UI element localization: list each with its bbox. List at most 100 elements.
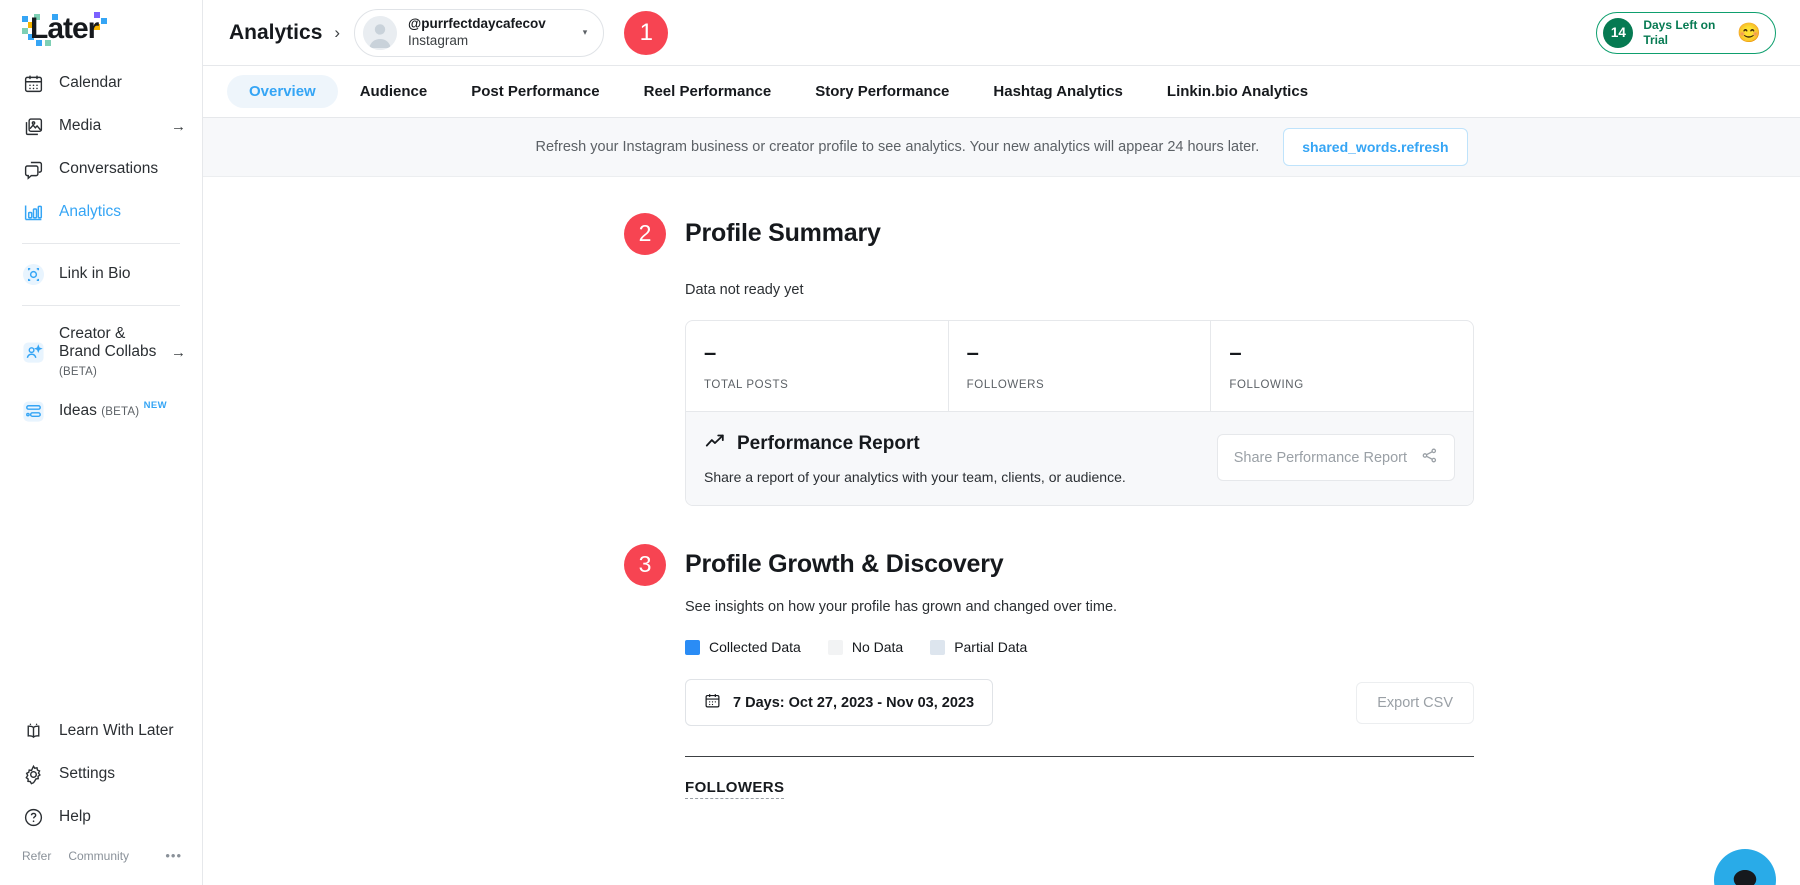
profile-growth-header: 3 Profile Growth & Discovery — [685, 550, 1800, 579]
step-marker-1: 1 — [624, 11, 668, 55]
sidebar-item-link-in-bio[interactable]: Link in Bio — [0, 253, 202, 296]
banner-message: Refresh your Instagram business or creat… — [535, 139, 1259, 155]
beta-badge: (BETA) — [101, 406, 139, 418]
tab-story-performance[interactable]: Story Performance — [793, 75, 971, 108]
topbar: Analytics › @purrfectdaycafecov Instagra… — [203, 0, 1800, 66]
account-selector[interactable]: @purrfectdaycafecov Instagram ▾ — [354, 9, 604, 57]
sidebar-item-text: Creator & Brand Collabs — [59, 325, 156, 360]
sidebar-item-label: Media — [59, 117, 101, 135]
trend-up-icon — [704, 430, 726, 457]
sidebar-item-label: Settings — [59, 765, 115, 783]
sidebar-item-text: Ideas — [59, 402, 97, 419]
more-options-icon[interactable]: ••• — [165, 848, 182, 863]
profile-summary-title: Profile Summary — [685, 219, 881, 248]
sidebar-item-label: Creator & Brand Collabs (BETA) — [59, 325, 157, 380]
main-area: Analytics › @purrfectdaycafecov Instagra… — [203, 0, 1800, 885]
legend-swatch — [828, 640, 843, 655]
calendar-icon — [704, 692, 721, 713]
export-csv-button[interactable]: Export CSV — [1356, 682, 1474, 724]
analytics-content: 2 Profile Summary Data not ready yet – T… — [203, 177, 1800, 885]
data-not-ready-note: Data not ready yet — [685, 282, 1800, 298]
followers-metric-row: FOLLOWERS — [685, 779, 1800, 799]
stat-followers: – FOLLOWERS — [949, 321, 1212, 411]
sidebar-item-learn-with-later[interactable]: Learn With Later — [0, 710, 202, 753]
new-badge: NEW — [144, 400, 167, 411]
app-root: Later Calendar — [0, 0, 1800, 885]
chevron-right-icon: → — [171, 345, 186, 360]
share-performance-report-button[interactable]: Share Performance Report — [1217, 434, 1455, 481]
logo-text: Later — [30, 12, 98, 46]
sidebar-item-conversations[interactable]: Conversations — [0, 148, 202, 191]
legend-swatch — [930, 640, 945, 655]
date-range-picker[interactable]: 7 Days: Oct 27, 2023 - Nov 03, 2023 — [685, 679, 993, 726]
profile-growth-title: Profile Growth & Discovery — [685, 550, 1004, 579]
stat-value: – — [1229, 341, 1473, 365]
sidebar-item-help[interactable]: Help — [0, 796, 202, 839]
performance-report-title: Performance Report — [737, 433, 920, 455]
tab-post-performance[interactable]: Post Performance — [449, 75, 621, 108]
legend-swatch — [685, 640, 700, 655]
stat-label: FOLLOWERS — [967, 379, 1211, 391]
stat-value: – — [967, 341, 1211, 365]
legend-item-partial-data: Partial Data — [930, 639, 1027, 655]
gear-icon — [22, 763, 45, 786]
tab-hashtag-analytics[interactable]: Hashtag Analytics — [971, 75, 1145, 108]
refer-link[interactable]: Refer — [22, 849, 51, 863]
legend-label: Partial Data — [954, 639, 1027, 655]
step-marker-3: 3 — [624, 544, 666, 586]
question-circle-icon — [22, 806, 45, 829]
trial-label: Days Left on Trial — [1643, 18, 1721, 48]
sidebar-item-settings[interactable]: Settings — [0, 753, 202, 796]
sidebar-item-media[interactable]: Media → — [0, 105, 202, 148]
share-button-label: Share Performance Report — [1234, 450, 1407, 466]
profile-growth-subtitle: See insights on how your profile has gro… — [685, 599, 1800, 615]
sidebar-divider-1 — [22, 243, 180, 244]
sidebar-item-analytics[interactable]: Analytics — [0, 191, 202, 234]
data-legend: Collected Data No Data Partial Data — [685, 639, 1800, 655]
creator-collabs-icon — [22, 341, 45, 364]
refresh-button[interactable]: shared_words.refresh — [1283, 128, 1467, 166]
chat-bubble-icon[interactable] — [1714, 849, 1776, 885]
profile-growth-section: 3 Profile Growth & Discovery See insight… — [203, 506, 1800, 799]
account-network: Instagram — [408, 33, 546, 49]
profile-summary-section: 2 Profile Summary Data not ready yet – T… — [203, 177, 1800, 506]
tab-audience[interactable]: Audience — [338, 75, 450, 108]
tab-linkin-bio-analytics[interactable]: Linkin.bio Analytics — [1145, 75, 1330, 108]
tab-reel-performance[interactable]: Reel Performance — [622, 75, 794, 108]
logo[interactable]: Later — [0, 0, 202, 54]
profile-stats-row: – TOTAL POSTS – FOLLOWERS – FOLLOWING — [686, 321, 1473, 411]
trial-badge[interactable]: 14 Days Left on Trial 😊 — [1596, 12, 1776, 54]
growth-controls: 7 Days: Oct 27, 2023 - Nov 03, 2023 Expo… — [685, 679, 1474, 726]
stat-following: – FOLLOWING — [1211, 321, 1473, 411]
followers-metric-label[interactable]: FOLLOWERS — [685, 779, 784, 799]
sidebar-item-label: Link in Bio — [59, 265, 131, 283]
sidebar-item-calendar[interactable]: Calendar — [0, 62, 202, 105]
chevron-down-icon: ▾ — [557, 27, 588, 38]
sidebar-divider-2 — [22, 305, 180, 306]
ideas-icon — [22, 400, 45, 423]
performance-report-subtitle: Share a report of your analytics with yo… — [704, 469, 1217, 485]
performance-report-title-row: Performance Report — [704, 430, 1217, 457]
performance-report-info: Performance Report Share a report of you… — [704, 430, 1217, 485]
sidebar-item-creator-collabs[interactable]: Creator & Brand Collabs (BETA) → — [0, 315, 202, 390]
account-handle: @purrfectdaycafecov — [408, 16, 546, 32]
stat-label: TOTAL POSTS — [704, 379, 948, 391]
account-info: @purrfectdaycafecov Instagram — [408, 16, 546, 49]
media-icon — [22, 115, 45, 138]
analytics-tabs: Overview Audience Post Performance Reel … — [203, 66, 1800, 118]
legend-item-collected: Collected Data — [685, 639, 801, 655]
chevron-right-icon: › — [334, 23, 340, 43]
calendar-icon — [22, 72, 45, 95]
smiley-icon: 😊 — [1737, 21, 1761, 45]
sidebar-item-label: Learn With Later — [59, 722, 174, 740]
performance-report-panel: Performance Report Share a report of you… — [686, 411, 1473, 505]
refresh-banner: Refresh your Instagram business or creat… — [203, 118, 1800, 177]
beta-badge: (BETA) — [59, 366, 97, 378]
trial-days-count: 14 — [1603, 18, 1633, 48]
sidebar-bottom-nav: Learn With Later Settings — [0, 710, 202, 885]
community-link[interactable]: Community — [68, 849, 129, 863]
section-rule — [685, 756, 1474, 757]
tab-overview[interactable]: Overview — [227, 75, 338, 108]
step-marker-2: 2 — [624, 213, 666, 255]
sidebar-item-ideas[interactable]: Ideas (BETA) NEW — [0, 390, 202, 433]
